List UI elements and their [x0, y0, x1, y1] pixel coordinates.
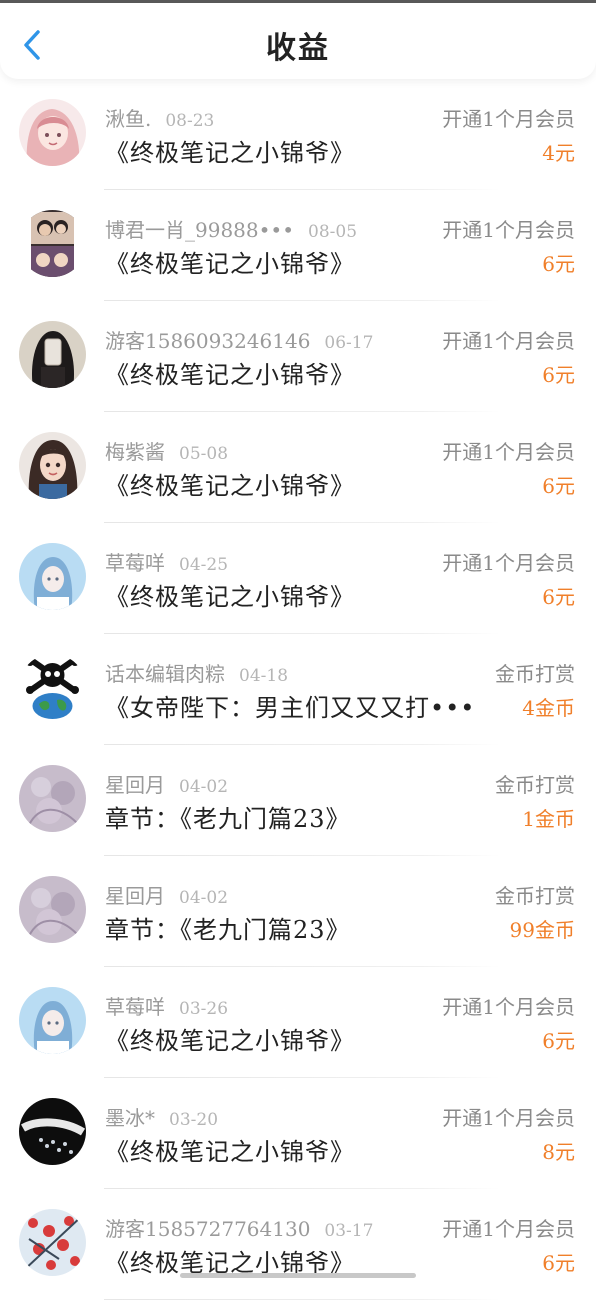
- record-date: 04-02: [179, 777, 229, 797]
- user-name: 湫鱼.: [105, 107, 152, 131]
- payment-type: 金币打赏: [495, 773, 575, 797]
- record-date: 08-23: [165, 111, 215, 131]
- earning-record[interactable]: 梅紫酱 05-08 《终极笔记之小锦爷》 开通1个月会员 6元: [0, 412, 596, 523]
- top-bar: 收益: [0, 3, 596, 79]
- user-name-line: 草莓咩 03-26: [105, 991, 228, 1020]
- payment-type: 金币打赏: [495, 662, 575, 686]
- user-avatar[interactable]: [19, 1098, 86, 1165]
- earning-amount: 6元: [542, 252, 575, 276]
- record-date: 03-17: [324, 1221, 374, 1241]
- earning-amount: 1金币: [522, 807, 575, 831]
- earning-amount: 8元: [542, 1140, 575, 1164]
- earning-amount: 99金币: [509, 918, 575, 942]
- earning-record[interactable]: 星回月 04-02 章节：《老九门篇23》 金币打赏 99金币: [0, 856, 596, 967]
- record-date: 06-17: [324, 333, 374, 353]
- user-name: 游客1585727764130: [105, 1217, 311, 1241]
- earning-amount: 4金币: [522, 696, 575, 720]
- payment-type: 开通1个月会员: [442, 1106, 575, 1130]
- record-date: 03-20: [169, 1110, 219, 1130]
- user-name-line: 草莓咩 04-25: [105, 547, 228, 576]
- user-name-line: 话本编辑肉粽 04-18: [105, 658, 288, 687]
- user-name: 博君一肖_99888•••: [105, 218, 295, 242]
- page-title: 收益: [266, 31, 330, 66]
- earning-amount: 6元: [542, 474, 575, 498]
- record-date: 03-26: [179, 999, 229, 1019]
- user-avatar[interactable]: [19, 987, 86, 1054]
- user-name: 话本编辑肉粽: [105, 662, 225, 686]
- earning-amount: 6元: [542, 363, 575, 387]
- user-avatar[interactable]: [19, 321, 86, 388]
- payment-type: 开通1个月会员: [442, 1217, 575, 1241]
- user-name: 墨冰*: [105, 1106, 155, 1130]
- user-name-line: 梅紫酱 05-08: [105, 436, 228, 465]
- user-avatar[interactable]: [19, 432, 86, 499]
- earning-record[interactable]: 星回月 04-02 章节：《老九门篇23》 金币打赏 1金币: [0, 745, 596, 856]
- payment-type: 开通1个月会员: [442, 329, 575, 353]
- user-name-line: 墨冰* 03-20: [105, 1102, 218, 1131]
- payment-type: 开通1个月会员: [442, 440, 575, 464]
- home-indicator: [180, 1273, 416, 1278]
- user-avatar[interactable]: [19, 876, 86, 943]
- record-date: 04-02: [179, 888, 229, 908]
- user-name: 梅紫酱: [105, 440, 165, 464]
- work-title: 《终极笔记之小锦爷》: [105, 472, 355, 500]
- user-name: 草莓咩: [105, 995, 165, 1019]
- user-name: 游客1586093246146: [105, 329, 311, 353]
- user-name: 星回月: [105, 773, 165, 797]
- earning-record[interactable]: 湫鱼. 08-23 《终极笔记之小锦爷》 开通1个月会员 4元: [0, 79, 596, 190]
- record-date: 04-25: [179, 555, 229, 575]
- earning-record[interactable]: 游客1586093246146 06-17 《终极笔记之小锦爷》 开通1个月会员 6元: [0, 301, 596, 412]
- earning-record[interactable]: 博君一肖_99888••• 08-05 《终极笔记之小锦爷》 开通1个月会员 6元: [0, 190, 596, 301]
- earning-amount: 4元: [542, 141, 575, 165]
- earning-amount: 6元: [542, 1029, 575, 1053]
- user-avatar[interactable]: [19, 765, 86, 832]
- work-title: 章节：《老九门篇23》: [105, 916, 351, 944]
- earning-amount: 6元: [542, 1251, 575, 1275]
- earning-record[interactable]: 游客1585727764130 03-17 《终极笔记之小锦爷》 开通1个月会员 6元: [0, 1189, 596, 1300]
- payment-type: 开通1个月会员: [442, 995, 575, 1019]
- earning-amount: 6元: [542, 585, 575, 609]
- record-date: 05-08: [179, 444, 229, 464]
- record-date: 04-18: [239, 666, 289, 686]
- user-name-line: 游客1585727764130 03-17: [105, 1213, 373, 1242]
- user-avatar[interactable]: [19, 99, 86, 166]
- user-name-line: 星回月 04-02: [105, 880, 228, 909]
- user-name-line: 游客1586093246146 06-17: [105, 325, 373, 354]
- work-title: 《终极笔记之小锦爷》: [105, 583, 355, 611]
- earning-record[interactable]: 墨冰* 03-20 《终极笔记之小锦爷》 开通1个月会员 8元: [0, 1078, 596, 1189]
- payment-type: 开通1个月会员: [442, 218, 575, 242]
- user-name: 星回月: [105, 884, 165, 908]
- work-title: 章节：《老九门篇23》: [105, 805, 351, 833]
- user-name-line: 星回月 04-02: [105, 769, 228, 798]
- record-date: 08-05: [308, 222, 358, 242]
- earnings-list: 湫鱼. 08-23 《终极笔记之小锦爷》 开通1个月会员 4元 博君一肖_99888••…: [0, 79, 596, 1300]
- work-title: 《女帝陛下：男主们又又又打•••: [105, 694, 476, 722]
- earning-record[interactable]: 草莓咩 04-25 《终极笔记之小锦爷》 开通1个月会员 6元: [0, 523, 596, 634]
- earning-record[interactable]: 话本编辑肉粽 04-18 《女帝陛下：男主们又又又打••• 金币打赏 4金币: [0, 634, 596, 745]
- user-name: 草莓咩: [105, 551, 165, 575]
- user-name-line: 博君一肖_99888••• 08-05: [105, 214, 357, 243]
- user-name-line: 湫鱼. 08-23: [105, 103, 214, 132]
- work-title: 《终极笔记之小锦爷》: [105, 1138, 355, 1166]
- earning-record[interactable]: 草莓咩 03-26 《终极笔记之小锦爷》 开通1个月会员 6元: [0, 967, 596, 1078]
- user-avatar[interactable]: [19, 543, 86, 610]
- user-avatar[interactable]: [19, 210, 86, 277]
- user-avatar[interactable]: [19, 654, 86, 721]
- work-title: 《终极笔记之小锦爷》: [105, 361, 355, 389]
- work-title: 《终极笔记之小锦爷》: [105, 1027, 355, 1055]
- user-avatar[interactable]: [19, 1209, 86, 1276]
- payment-type: 金币打赏: [495, 884, 575, 908]
- work-title: 《终极笔记之小锦爷》: [105, 139, 355, 167]
- work-title: 《终极笔记之小锦爷》: [105, 250, 355, 278]
- payment-type: 开通1个月会员: [442, 107, 575, 131]
- payment-type: 开通1个月会员: [442, 551, 575, 575]
